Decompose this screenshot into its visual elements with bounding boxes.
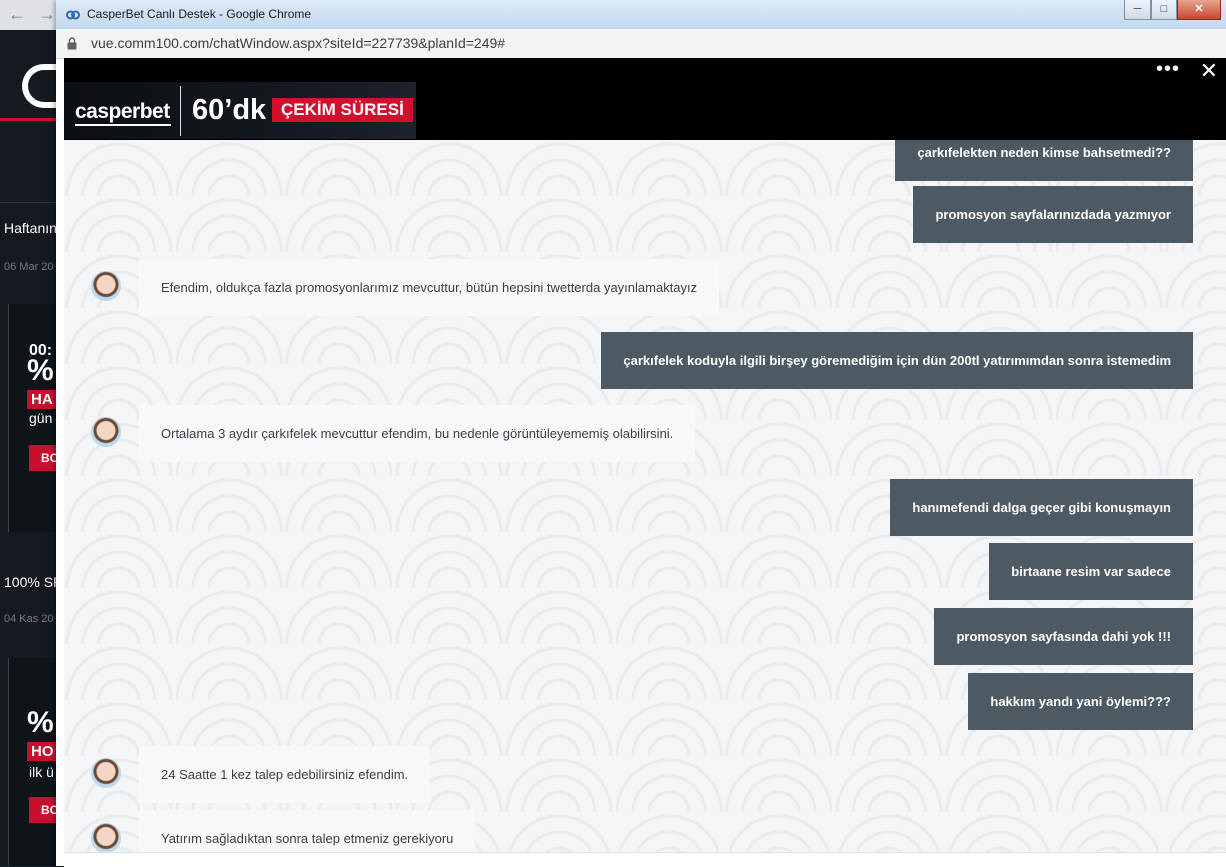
user-message: çarkıfelek koduyla ilgili birşey göremed… bbox=[601, 332, 1193, 389]
banner-divider bbox=[180, 86, 181, 136]
close-chat-icon[interactable]: ✕ bbox=[1200, 58, 1218, 84]
promo-card-highlight: HA bbox=[27, 390, 57, 409]
promo-card-percent: % bbox=[27, 706, 54, 739]
promo-card-highlight: HO bbox=[27, 742, 58, 761]
background-page: ← → Haftanın 06 Mar 20 00: % HA gün BO 1… bbox=[0, 0, 64, 866]
user-message: hanımefendi dalga geçer gibi konuşmayın bbox=[890, 479, 1193, 536]
agent-avatar bbox=[91, 823, 121, 852]
background-browser-toolbar: ← → bbox=[0, 0, 64, 30]
news-date: 04 Kas 20 bbox=[4, 613, 54, 625]
banner-highlight: ÇEKİM SÜRESİ bbox=[272, 98, 413, 122]
divider bbox=[0, 202, 64, 203]
news-title[interactable]: Haftanın bbox=[4, 220, 57, 236]
promo-card-subtitle: ilk ü bbox=[29, 764, 54, 780]
window-titlebar[interactable]: CasperBet Canlı Destek - Google Chrome ─… bbox=[56, 0, 1226, 30]
agent-message: Yatırım sağladıktan sonra talep etmeniz … bbox=[139, 810, 476, 852]
promo-card-percent: % bbox=[27, 354, 54, 387]
news-date: 06 Mar 20 bbox=[4, 261, 54, 273]
address-bar[interactable]: vue.comm100.com/chatWindow.aspx?siteId=2… bbox=[56, 29, 1226, 59]
lock-icon[interactable] bbox=[67, 37, 77, 50]
user-message: promosyon sayfalarınızdada yazmıyor bbox=[913, 186, 1193, 243]
user-message: çarkıfelekten neden kimse bahsetmedi?? bbox=[895, 140, 1193, 181]
more-options-icon[interactable]: ••• bbox=[1156, 58, 1180, 81]
news-title[interactable]: 100% SP bbox=[4, 574, 62, 590]
user-message: promosyon sayfasında dahi yok !!! bbox=[934, 608, 1193, 665]
agent-message: Efendim, oldukça fazla promosyonlarımız … bbox=[139, 259, 720, 316]
window-title: CasperBet Canlı Destek - Google Chrome bbox=[87, 7, 312, 21]
user-message: birtaane resim var sadece bbox=[989, 543, 1193, 600]
minimize-button[interactable]: ─ bbox=[1124, 0, 1151, 20]
chat-header: casperbet 60’dk ÇEKİM SÜRESİ ••• ✕ bbox=[64, 58, 1226, 140]
window-close-button[interactable]: ✕ bbox=[1177, 0, 1221, 20]
casperbet-logo: casperbet bbox=[75, 100, 170, 123]
promo-card-subtitle: gün bbox=[29, 410, 53, 426]
logo-underline bbox=[0, 118, 64, 121]
url-text[interactable]: vue.comm100.com/chatWindow.aspx?siteId=2… bbox=[91, 35, 505, 51]
casperbet-favicon-icon bbox=[66, 10, 80, 20]
user-message: hakkım yandı yani öylemi??? bbox=[968, 673, 1193, 730]
back-arrow-icon[interactable]: ← bbox=[8, 4, 26, 25]
promo-banner[interactable]: casperbet 60’dk ÇEKİM SÜRESİ bbox=[64, 82, 416, 139]
agent-avatar bbox=[91, 758, 121, 788]
agent-message: 24 Saatte 1 kez talep edebilirsiniz efen… bbox=[139, 746, 431, 803]
agent-message: Ortalama 3 aydır çarkıfelek mevcuttur ef… bbox=[139, 405, 696, 462]
agent-avatar bbox=[91, 271, 121, 301]
chat-messages[interactable]: çarkıfelekten neden kimse bahsetmedi?? p… bbox=[64, 140, 1226, 852]
message-input-area[interactable] bbox=[64, 852, 1226, 867]
chat-popup-window[interactable]: CasperBet Canlı Destek - Google Chrome ─… bbox=[56, 0, 1226, 867]
agent-avatar bbox=[91, 417, 121, 447]
forward-arrow-icon[interactable]: → bbox=[38, 4, 56, 25]
maximize-button[interactable]: □ bbox=[1151, 0, 1177, 20]
banner-duration: 60’dk bbox=[192, 94, 267, 126]
logo-underline bbox=[75, 124, 171, 126]
